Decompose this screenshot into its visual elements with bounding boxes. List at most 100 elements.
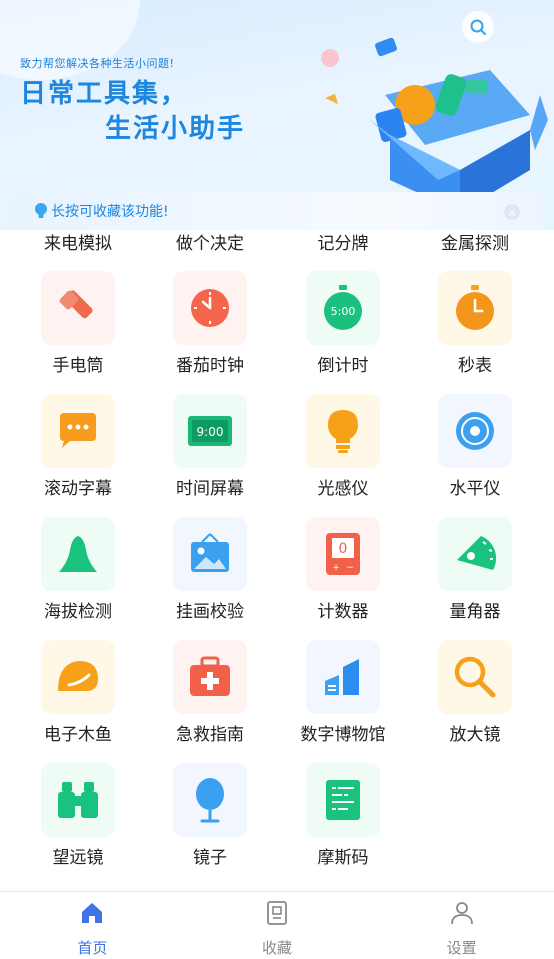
tool-label: 手电筒 <box>52 356 104 376</box>
level-icon <box>456 412 494 450</box>
tool-label: 时间屏幕 <box>176 479 244 499</box>
tool-mirror[interactable]: 镜子 <box>144 763 276 886</box>
counter-icon-text: 0 <box>339 541 348 557</box>
tab-settings[interactable]: 设置 <box>369 892 554 959</box>
tool-label-partial[interactable]: 来电模拟 <box>12 229 144 254</box>
tool-label: 海拔检测 <box>44 602 112 622</box>
tool-picture-check[interactable]: 挂画校验 <box>144 517 276 640</box>
tile-icon-box: 0 + − <box>306 517 380 591</box>
tool-label: 倒计时 <box>317 356 369 376</box>
lightbulb-tip-icon <box>35 203 47 218</box>
tool-light-sensor[interactable]: 光感仪 <box>277 394 409 517</box>
tool-label: 望远镜 <box>52 848 104 868</box>
magnifier-icon <box>454 656 496 698</box>
tile-icon-box <box>306 763 380 837</box>
tile-icon-box <box>438 271 512 345</box>
tab-favorites[interactable]: 收藏 <box>185 892 370 959</box>
tab-settings-label: 设置 <box>446 939 477 957</box>
tool-altitude[interactable]: 海拔检测 <box>12 517 144 640</box>
tip-bar: 长按可收藏该功能! × <box>12 192 542 230</box>
mirror-icon <box>196 778 224 823</box>
tool-label: 量角器 <box>449 602 501 622</box>
digital-clock-icon: 9:00 <box>188 416 232 446</box>
tool-first-aid[interactable]: 急救指南 <box>144 640 276 763</box>
flashlight-icon <box>59 290 93 319</box>
tile-icon-box <box>173 271 247 345</box>
user-icon <box>450 902 473 925</box>
tool-label: 光感仪 <box>317 479 369 499</box>
tool-label-partial[interactable]: 记分牌 <box>277 229 409 254</box>
tool-stopwatch[interactable]: 秒表 <box>409 271 541 394</box>
tool-label: 镜子 <box>193 848 227 868</box>
binoculars-icon <box>58 782 98 818</box>
tile-icon-box <box>306 640 380 714</box>
tool-label: 电子木鱼 <box>44 725 112 745</box>
tool-digital-museum[interactable]: 数字博物馆 <box>277 640 409 763</box>
search-icon <box>470 19 486 35</box>
tool-label: 秒表 <box>458 356 492 376</box>
tool-wooden-fish[interactable]: 电子木鱼 <box>12 640 144 763</box>
tool-counter[interactable]: 0 + − 计数器 <box>277 517 409 640</box>
tool-label: 计数器 <box>317 602 369 622</box>
tile-icon-box <box>438 394 512 468</box>
toolbox-illustration <box>321 37 548 212</box>
tool-label: 数字博物馆 <box>300 725 386 745</box>
tool-pomodoro[interactable]: 番茄时钟 <box>144 271 276 394</box>
tile-icon-box <box>438 517 512 591</box>
tile-icon-box <box>438 640 512 714</box>
stopwatch-icon: 5:00 <box>324 285 362 330</box>
bottom-tab-bar: 首页 收藏 设置 <box>0 891 554 959</box>
tile-icon-box: 9:00 <box>173 394 247 468</box>
tool-label: 急救指南 <box>176 725 244 745</box>
tool-label: 放大镜 <box>449 725 501 745</box>
tab-home-label: 首页 <box>77 939 108 957</box>
tip-text: 长按可收藏该功能! <box>51 204 169 220</box>
tool-morse-code[interactable]: 摩斯码 <box>277 763 409 886</box>
tool-label: 番茄时钟 <box>176 356 244 376</box>
timer-icon <box>456 285 494 330</box>
close-icon: × <box>507 205 517 219</box>
tool-label: 摩斯码 <box>317 848 369 868</box>
lightbulb-icon <box>328 410 358 453</box>
tool-time-screen[interactable]: 9:00 时间屏幕 <box>144 394 276 517</box>
svg-text:−: − <box>346 563 354 573</box>
tool-protractor[interactable]: 量角器 <box>409 517 541 640</box>
tool-level[interactable]: 水平仪 <box>409 394 541 517</box>
morse-code-icon <box>326 780 360 820</box>
counter-icon: 0 + − <box>326 533 360 575</box>
tool-magnifier[interactable]: 放大镜 <box>409 640 541 763</box>
tile-icon-box <box>173 763 247 837</box>
protractor-icon <box>457 536 497 570</box>
tile-icon-box <box>41 517 115 591</box>
tool-label: 挂画校验 <box>176 602 244 622</box>
tile-icon-box <box>306 394 380 468</box>
tool-label-partial[interactable]: 金属探测 <box>409 229 541 254</box>
tip-close-button[interactable]: × <box>504 204 520 220</box>
digital-clock-icon-text: 9:00 <box>197 425 224 439</box>
tile-icon-box <box>41 271 115 345</box>
tab-home[interactable]: 首页 <box>0 892 185 959</box>
banner-headline-line1: 日常工具集， <box>20 79 189 109</box>
clock-icon <box>191 289 229 327</box>
tool-countdown[interactable]: 5:00 倒计时 <box>277 271 409 394</box>
bar-chart-icon <box>325 659 359 695</box>
bookmark-icon <box>267 901 287 925</box>
tool-flashlight[interactable]: 手电筒 <box>12 271 144 394</box>
home-icon <box>82 903 103 923</box>
first-aid-icon <box>190 656 230 696</box>
partial-tool-row: 来电模拟 做个决定 记分牌 金属探测 <box>12 230 542 254</box>
search-button[interactable] <box>462 11 494 43</box>
mountain-icon <box>59 536 97 572</box>
stopwatch-icon-text: 5:00 <box>331 305 356 318</box>
svg-text:+: + <box>332 563 340 573</box>
tool-label: 水平仪 <box>449 479 501 499</box>
tile-icon-box <box>41 640 115 714</box>
tool-scrolling-text[interactable]: 滚动字幕 <box>12 394 144 517</box>
tool-telescope[interactable]: 望远镜 <box>12 763 144 886</box>
tile-icon-box <box>173 640 247 714</box>
tool-label: 滚动字幕 <box>44 479 112 499</box>
tile-icon-box <box>41 394 115 468</box>
tile-icon-box <box>173 517 247 591</box>
tool-label-partial[interactable]: 做个决定 <box>144 229 276 254</box>
wooden-fish-icon <box>58 661 98 691</box>
